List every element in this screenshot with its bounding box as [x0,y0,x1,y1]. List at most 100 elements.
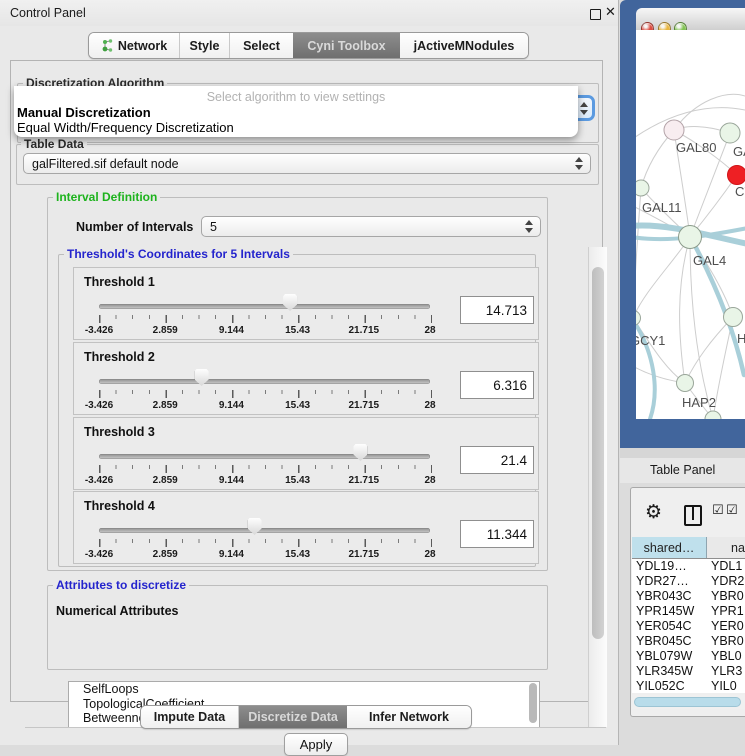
table-row[interactable]: YBR043CYBR0 [632,589,745,604]
tick-label: 15.43 [285,400,310,411]
slider-track[interactable] [99,379,430,384]
cell-name[interactable]: YBR0 [707,589,745,604]
table-hscrollbar-thumb[interactable] [634,697,741,707]
column-header-shared-name[interactable]: shared… [632,537,707,558]
cell-shared-name[interactable]: YER054C [632,619,707,634]
dropdown-item-manual-discretization[interactable]: Manual Discretization [17,105,151,120]
attributes-group-label: Attributes to discretize [53,578,189,592]
cell-shared-name[interactable]: YBL079W [632,649,707,664]
table-row[interactable]: YLR345WYLR3 [632,664,745,679]
attribute-list-item[interactable]: SelfLoops [69,682,539,697]
network-node[interactable] [720,123,740,143]
network-node[interactable] [677,375,694,392]
threshold-value-box[interactable]: 11.344 [460,520,534,548]
tab-style[interactable]: Style [180,33,230,58]
tab-network[interactable]: Network [89,33,180,58]
cell-name[interactable]: YDL1 [707,559,745,574]
threshold-slider[interactable]: -3.4262.8599.14415.4321.71528 [99,343,430,414]
table-row[interactable]: YBR045CYBR0 [632,634,745,649]
tick-label: 2.859 [153,475,178,486]
slider-track[interactable] [99,304,430,309]
network-node[interactable] [679,226,702,249]
float-window-icon[interactable] [590,9,601,20]
cell-name[interactable]: YBR0 [707,634,745,649]
cell-shared-name[interactable]: YLR345W [632,664,707,679]
table-panel-title: Table Panel [650,463,715,477]
table-data-combobox[interactable]: galFiltered.sif default node [23,153,591,174]
cell-shared-name[interactable]: YBR043C [632,589,707,604]
node-attribute-table[interactable]: shared… na YDL19…YDL1YDR27…YDR2YBR043CYB… [632,537,745,693]
cell-name[interactable]: YIL0 [707,679,745,693]
columns-icon[interactable] [684,505,702,526]
table-row[interactable]: YIL052CYIL0 [632,679,745,693]
table-row[interactable]: YBL079WYBL0 [632,649,745,664]
table-hscrollbar-track[interactable] [632,695,745,709]
number-of-intervals-combobox[interactable]: 5 [201,216,541,237]
network-node-label: HAP2 [682,395,716,410]
tab-infer-network[interactable]: Infer Network [347,706,471,728]
attributes-group [47,585,548,670]
attributes-list-scrollbar[interactable] [529,683,537,723]
cell-name[interactable]: YBL0 [707,649,745,664]
cell-shared-name[interactable]: YDL19… [632,559,707,574]
table-row[interactable]: YDL19…YDL1 [632,559,745,574]
threshold-value-box[interactable]: 6.316 [460,371,534,399]
tab-jactivemnodules[interactable]: jActiveMNodules [400,33,528,58]
network-node-label: GAL80 [676,140,716,155]
table-row[interactable]: YPR145WYPR1 [632,604,745,619]
dropdown-item-equal-width[interactable]: Equal Width/Frequency Discretization [17,120,234,135]
cell-shared-name[interactable]: YBR045C [632,634,707,649]
network-edge[interactable] [680,237,690,383]
network-node[interactable] [728,166,745,185]
network-node-label: GA [733,144,745,159]
table-data-group-label: Table Data [21,137,87,151]
panel-scrollbar-track[interactable] [588,247,607,727]
tick-label: 21.715 [349,325,380,336]
checkbox-icon[interactable]: ☑ [712,503,724,518]
tab-discretize-data-label: Discretize Data [248,710,338,724]
tick-labels: -3.4262.8599.14415.4321.71528 [99,549,430,561]
column-header-name[interactable]: na [707,537,745,558]
checkbox-icon[interactable]: ☑ [726,503,738,518]
tick-label: 2.859 [153,549,178,560]
tab-discretize-data[interactable]: Discretize Data [239,706,347,728]
tab-select[interactable]: Select [230,33,293,58]
tab-impute-data[interactable]: Impute Data [141,706,239,728]
slider-ticks-major [99,315,432,323]
tick-label: 2.859 [153,400,178,411]
threshold-value-box[interactable]: 21.4 [460,446,534,474]
threshold-slider[interactable]: -3.4262.8599.14415.4321.71528 [99,268,430,339]
slider-track[interactable] [99,454,430,459]
tick-label: 2.859 [153,325,178,336]
network-node[interactable] [724,308,743,327]
cell-name[interactable]: YLR3 [707,664,745,679]
cell-name[interactable]: YER0 [707,619,745,634]
slider-ticks-major [99,390,432,398]
dropdown-prompt-item[interactable]: Select algorithm to view settings [14,90,578,104]
network-graph[interactable]: GAL80GACYGAL11GAL4GCY1HHAP2 [636,30,745,419]
slider-ticks-major [99,539,432,547]
close-icon[interactable]: ✕ [605,4,616,20]
table-row[interactable]: YDR27…YDR2 [632,574,745,589]
tick-label: 15.43 [285,325,310,336]
threshold-value-box[interactable]: 14.713 [460,296,534,324]
cell-shared-name[interactable]: YPR145W [632,604,707,619]
threshold-slider[interactable]: -3.4262.8599.14415.4321.71528 [99,492,430,563]
tab-cyni-toolbox[interactable]: Cyni Toolbox [293,33,400,58]
cell-shared-name[interactable]: YDR27… [632,574,707,589]
tick-label: 9.144 [219,475,244,486]
gear-icon[interactable]: ⚙ [645,501,662,523]
slider-track[interactable] [99,528,430,533]
network-node[interactable] [636,311,641,326]
network-node[interactable] [664,120,684,140]
tick-labels: -3.4262.8599.14415.4321.71528 [99,400,430,412]
network-canvas[interactable]: GAL80GACYGAL11GAL4GCY1HHAP2 [636,30,745,419]
cell-name[interactable]: YPR1 [707,604,745,619]
network-edge[interactable] [636,318,685,383]
table-row[interactable]: YER054CYER0 [632,619,745,634]
network-node[interactable] [636,180,649,196]
threshold-slider[interactable]: -3.4262.8599.14415.4321.71528 [99,418,430,489]
cell-name[interactable]: YDR2 [707,574,745,589]
cell-shared-name[interactable]: YIL052C [632,679,707,693]
panel-scrollbar-thumb[interactable] [592,267,604,639]
